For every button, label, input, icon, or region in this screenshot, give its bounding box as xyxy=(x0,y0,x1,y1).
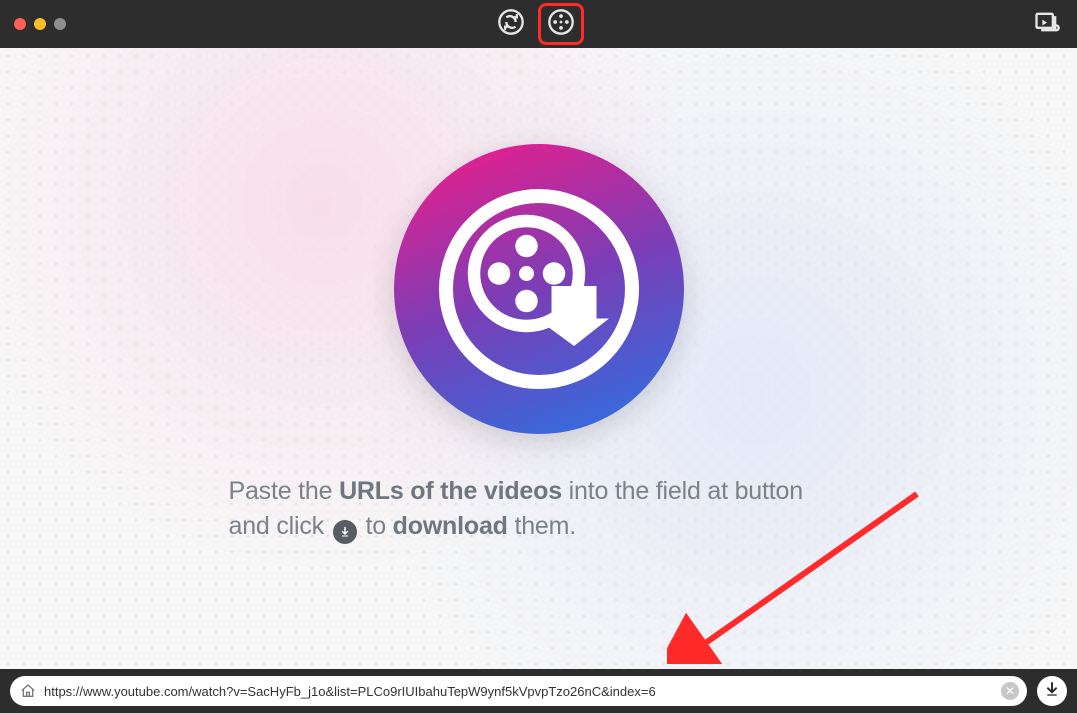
media-library-button[interactable] xyxy=(1033,8,1061,41)
zoom-window-button[interactable] xyxy=(54,18,66,30)
instruction-part4: them. xyxy=(508,512,576,540)
clear-url-button[interactable]: ✕ xyxy=(1001,682,1019,700)
download-inline-icon xyxy=(333,520,357,544)
home-icon xyxy=(20,683,36,699)
instruction-text: Paste the URLs of the videos into the fi… xyxy=(229,474,849,544)
bottombar: ✕ xyxy=(0,669,1077,713)
media-library-icon xyxy=(1033,23,1061,40)
refresh-icon xyxy=(497,8,525,41)
top-tabs xyxy=(494,3,584,45)
hero-ring xyxy=(439,189,639,389)
main-area: Paste the URLs of the videos into the fi… xyxy=(0,48,1077,669)
instruction-part1: Paste the xyxy=(229,477,340,505)
tab-convert[interactable] xyxy=(494,7,528,41)
url-field[interactable]: ✕ xyxy=(10,676,1027,706)
close-window-button[interactable] xyxy=(14,18,26,30)
instruction-part3: to xyxy=(359,512,393,540)
instruction-bold2: download xyxy=(393,512,508,540)
film-download-icon xyxy=(464,211,614,366)
url-input[interactable] xyxy=(44,684,993,699)
minimize-window-button[interactable] xyxy=(34,18,46,30)
film-reel-icon xyxy=(547,8,575,41)
hero-badge xyxy=(394,144,684,434)
titlebar xyxy=(0,0,1077,48)
window-controls xyxy=(0,18,66,30)
download-button[interactable] xyxy=(1037,676,1067,706)
tab-download-highlighted[interactable] xyxy=(538,3,584,45)
instruction-bold1: URLs of the videos xyxy=(339,477,562,505)
tab-download xyxy=(544,7,578,41)
download-icon xyxy=(1044,681,1060,702)
